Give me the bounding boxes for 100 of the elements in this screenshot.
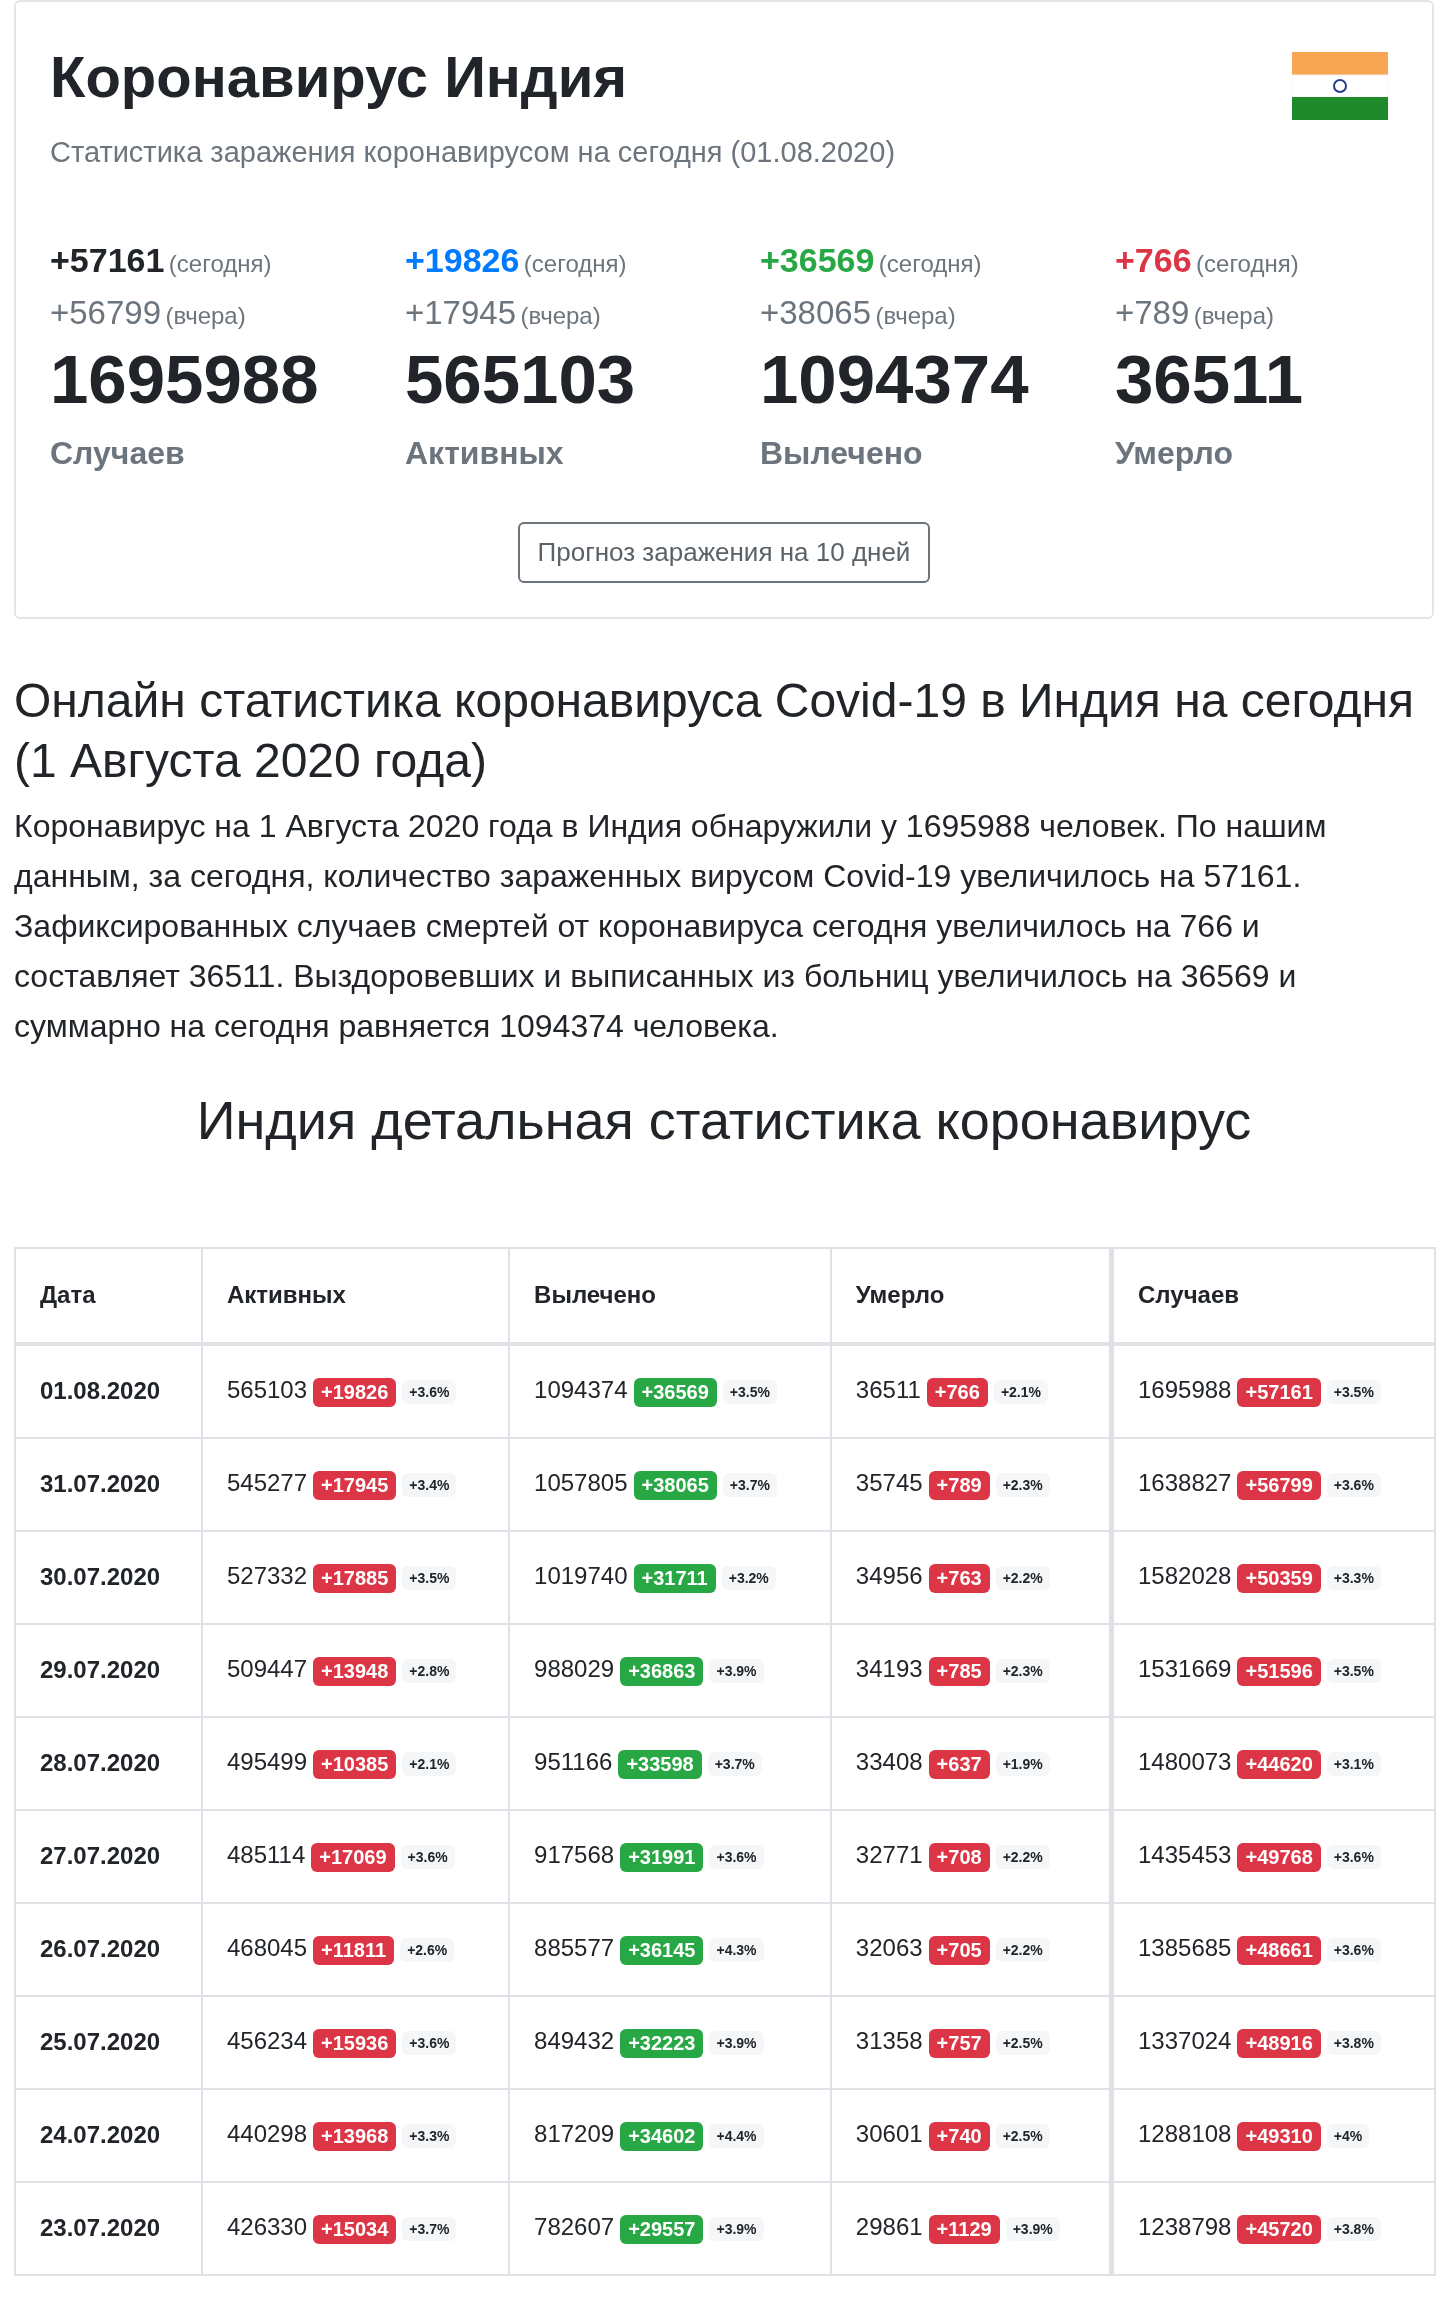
increase-badge: +48661 (1237, 1935, 1321, 1965)
article-heading: Онлайн статистика коронавируса Covid-19 в Индия на сегодня (1 Августа 2020 года) (14, 672, 1415, 789)
increase-badge: +57161 (1237, 1377, 1321, 1407)
table-value: 34193 (855, 1655, 923, 1683)
table-value: 32771 (855, 1841, 923, 1869)
date-cell: 28.07.2020 (15, 1716, 202, 1810)
table-value: 849432 (534, 2027, 615, 2055)
table-value: 1638827 (1138, 1469, 1232, 1497)
date-cell: 24.07.2020 (15, 2088, 202, 2182)
percent-badge: +3.8% (1326, 2031, 1381, 2055)
increase-badge: +34602 (620, 2121, 704, 2151)
table-value: 1385685 (1138, 1934, 1232, 1962)
increase-badge: +32223 (620, 2028, 704, 2058)
yesterday-label: (вчера) (1193, 301, 1274, 329)
table-value: 34956 (855, 1562, 923, 1590)
table-title: Индия детальная статистика коронавирус (195, 1088, 1253, 1151)
table-value: 988029 (534, 1655, 615, 1683)
table-value: 1531669 (1138, 1655, 1232, 1683)
increase-badge: +15936 (313, 2028, 397, 2058)
column-header: Случаев (1111, 1247, 1435, 1344)
percent-badge: +2.3% (995, 1659, 1050, 1683)
increase-badge: +637 (928, 1749, 990, 1779)
table-value: 1337024 (1138, 2027, 1232, 2055)
increase-badge: +785 (928, 1656, 990, 1686)
increase-badge: +17945 (313, 1470, 397, 1500)
percent-badge: +3.6% (400, 1845, 455, 1869)
percent-badge: +3.6% (1326, 1473, 1381, 1497)
increase-badge: +51596 (1237, 1656, 1321, 1686)
percent-badge: +3.9% (709, 2031, 764, 2055)
percent-badge: +4% (1326, 2124, 1370, 2148)
forecast-button[interactable]: Прогноз заражения на 10 дней (517, 521, 931, 583)
table-value: 33408 (855, 1748, 923, 1776)
stat-total: 1094374 (760, 339, 1030, 419)
percent-badge: +3.9% (709, 2217, 764, 2241)
percent-badge: +2.2% (995, 1938, 1050, 1962)
flag-icon (1292, 52, 1388, 120)
percent-badge: +3.2% (721, 1566, 776, 1590)
table-value: 32063 (855, 1934, 923, 1962)
table-value: 527332 (226, 1562, 308, 1590)
increase-badge: +50359 (1237, 1563, 1321, 1593)
stat-total: 1695988 (50, 339, 320, 419)
percent-badge: +2.3% (995, 1473, 1050, 1497)
yesterday-increase: +17945 (405, 293, 517, 331)
today-increase: +19826 (405, 240, 520, 279)
increase-badge: +17885 (313, 1563, 397, 1593)
percent-badge: +3.7% (402, 2217, 457, 2241)
increase-badge: +36863 (620, 1656, 704, 1686)
increase-badge: +44620 (1237, 1749, 1321, 1779)
date-cell: 30.07.2020 (15, 1530, 202, 1624)
today-label: (сегодня) (878, 249, 982, 277)
percent-badge: +2.2% (995, 1566, 1050, 1590)
percent-badge: +2.1% (402, 1752, 457, 1776)
column-header: Вылечено (509, 1247, 831, 1344)
table-value: 35745 (855, 1469, 923, 1497)
percent-badge: +2.2% (995, 1845, 1050, 1869)
percent-badge: +3.3% (402, 2124, 457, 2148)
increase-badge: +705 (928, 1935, 990, 1965)
table-value: 468045 (226, 1934, 308, 1962)
increase-badge: +757 (928, 2028, 990, 2058)
percent-badge: +3.9% (709, 1659, 764, 1683)
increase-badge: +19826 (313, 1377, 397, 1407)
table-value: 456234 (226, 2027, 308, 2055)
table-value: 36511 (855, 1376, 921, 1404)
increase-badge: +48916 (1237, 2028, 1321, 2058)
increase-badge: +10385 (313, 1749, 397, 1779)
increase-badge: +31991 (620, 1842, 704, 1872)
yesterday-label: (вчера) (165, 301, 246, 329)
percent-badge: +3.5% (402, 1566, 457, 1590)
increase-badge: +36145 (620, 1935, 704, 1965)
increase-badge: +766 (926, 1377, 988, 1407)
percent-badge: +3.6% (402, 2031, 457, 2055)
yesterday-increase: +38065 (760, 293, 872, 331)
table-value: 426330 (226, 2213, 308, 2241)
percent-badge: +3.4% (402, 1473, 457, 1497)
table-value: 1695988 (1138, 1376, 1232, 1404)
table-value: 1057805 (534, 1469, 628, 1497)
table-value: 1238798 (1138, 2213, 1232, 2241)
increase-badge: +45720 (1237, 2214, 1321, 2244)
percent-badge: +3.5% (722, 1380, 777, 1404)
article-text: Коронавирус на 1 Августа 2020 года в Индия обнаружили у 1695988 человек. По нашим данным, за сегодня, количество зараженных вирусом Covid-19 увеличилось на 57161. Зафиксированных случаев смертей от коронавируса сегодня увеличилось на 766 и составляет 36511. Выздоровевших и выписанных из больниц увеличилось на 36569 и суммарно на сегодня равняется 1094374 человека. (14, 806, 1328, 1046)
table-value: 1019740 (534, 1562, 628, 1590)
percent-badge: +3.6% (709, 1845, 764, 1869)
percent-badge: +3.9% (1005, 2217, 1060, 2241)
percent-badge: +3.5% (1326, 1380, 1381, 1404)
increase-badge: +763 (928, 1563, 990, 1593)
today-increase: +57161 (50, 240, 165, 279)
stat-total: 565103 (405, 339, 637, 419)
percent-badge: +3.6% (402, 1380, 457, 1404)
percent-badge: +3.7% (707, 1752, 762, 1776)
increase-badge: +33598 (618, 1749, 702, 1779)
percent-badge: +3.1% (1326, 1752, 1381, 1776)
table-value: 917568 (534, 1841, 615, 1869)
today-label: (сегодня) (168, 249, 272, 277)
percent-badge: +2.6% (400, 1938, 455, 1962)
column-header: Дата (15, 1247, 202, 1344)
page-subtitle: Статистика заражения коронавирусом на сегодня (01.08.2020) (50, 135, 896, 169)
page-title: Коронавирус Индия (50, 43, 629, 111)
table-value: 885577 (534, 1934, 615, 1962)
table-value: 30601 (855, 2120, 923, 2148)
increase-badge: +36569 (633, 1377, 717, 1407)
